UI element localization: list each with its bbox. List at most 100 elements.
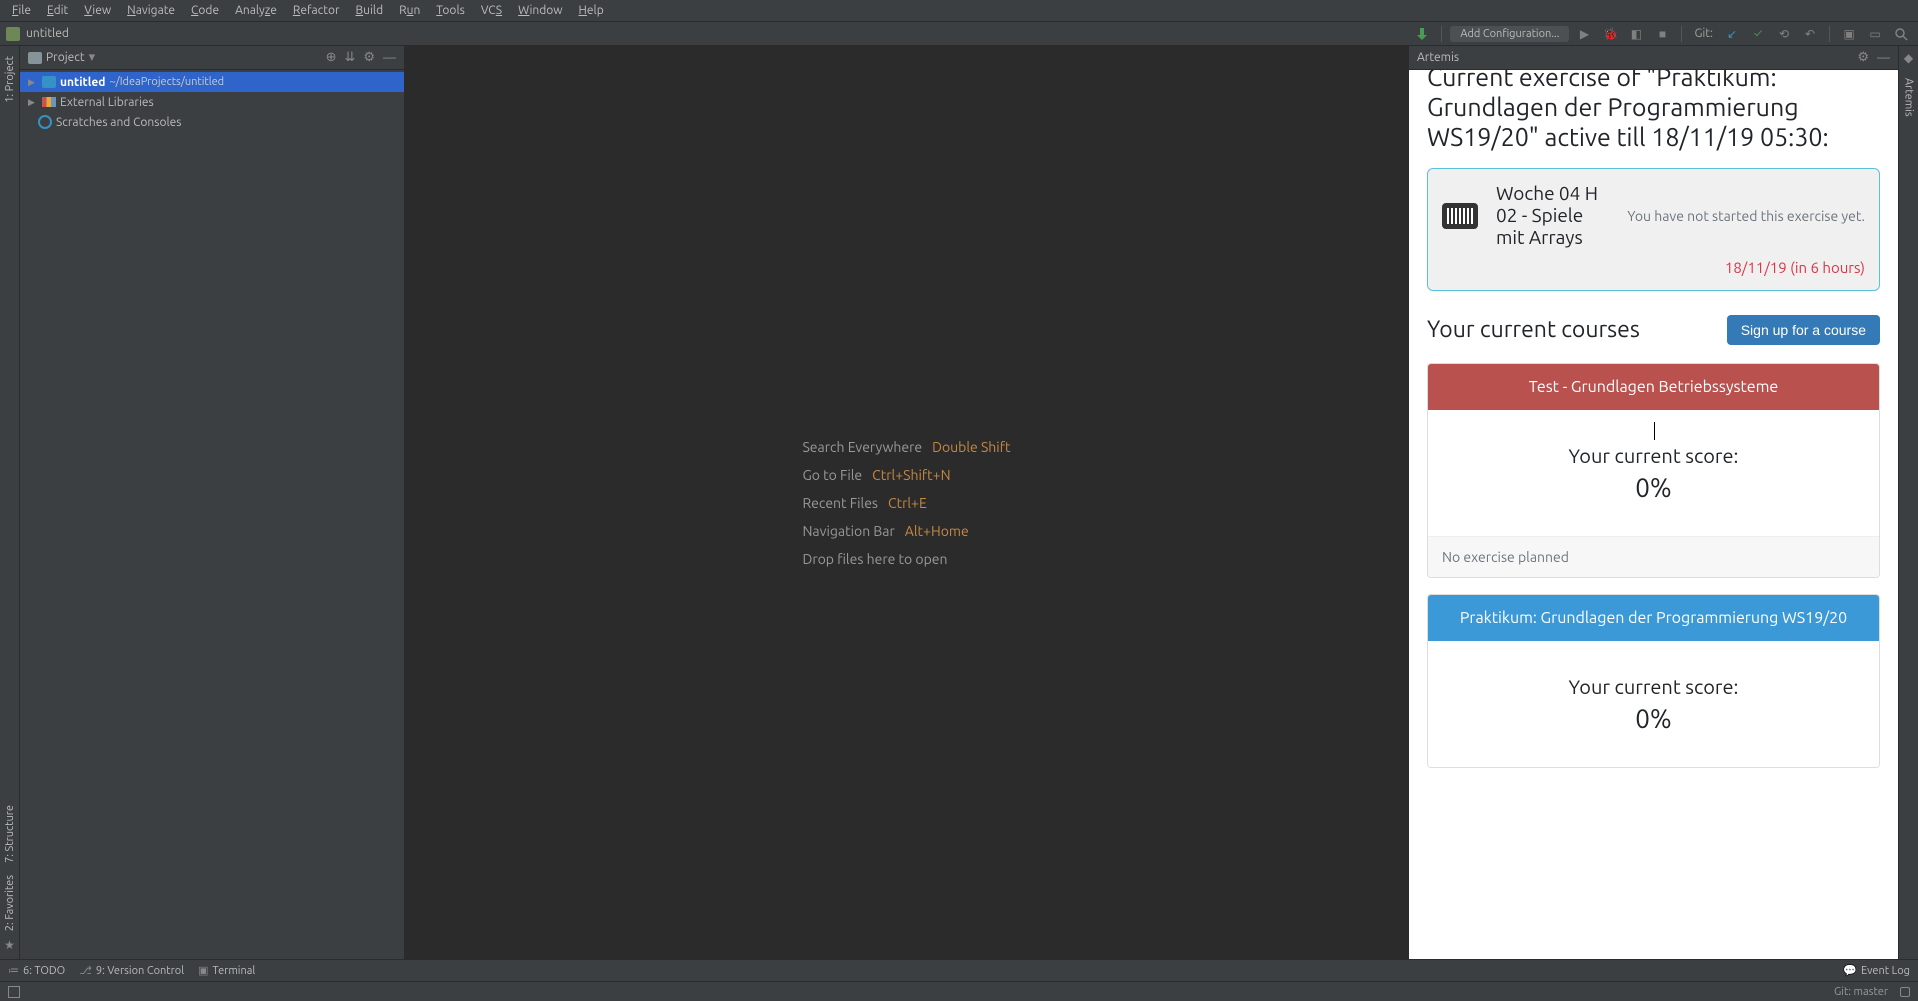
settings-icon[interactable]: ▭	[1864, 23, 1886, 45]
bottom-eventlog[interactable]: 💬 Event Log	[1843, 964, 1910, 977]
main-content: 1: Project 7: Structure 2: Favorites ★ P…	[0, 46, 1918, 959]
git-branch-label[interactable]: Git: master	[1834, 986, 1888, 998]
run-icon[interactable]: ▶	[1573, 23, 1595, 45]
menubar: File Edit View Navigate Code Analyze Ref…	[0, 0, 1918, 22]
welcome-search-key: Double Shift	[932, 439, 1010, 455]
git-update-icon[interactable]: ↙	[1721, 23, 1743, 45]
exercise-name: Woche 04 H 02 - Spiele mit Arrays	[1496, 183, 1606, 249]
exercise-card[interactable]: Woche 04 H 02 - Spiele mit Arrays You ha…	[1427, 168, 1880, 291]
course-title: Test - Grundlagen Betriebssysteme	[1428, 364, 1879, 410]
welcome-nav-key: Alt+Home	[905, 523, 969, 539]
score-value: 0%	[1448, 473, 1859, 502]
signup-button[interactable]: Sign up for a course	[1727, 315, 1880, 345]
lock-icon[interactable]	[1900, 987, 1910, 997]
menu-window[interactable]: Window	[510, 2, 570, 19]
welcome-goto-key: Ctrl+Shift+N	[872, 467, 950, 483]
bottom-todo[interactable]: ≔ 6: TODO	[8, 964, 65, 977]
ide-actions-icon[interactable]: ▣	[1838, 23, 1860, 45]
coverage-icon[interactable]: ◧	[1625, 23, 1647, 45]
artemis-icon[interactable]: ◆	[1901, 50, 1917, 66]
stop-icon[interactable]: ■	[1651, 23, 1673, 45]
bottom-tool-stripe: ≔ 6: TODO ⎇ 9: Version Control ▣ Termina…	[0, 959, 1918, 981]
folder-icon	[28, 52, 42, 64]
score-value: 0%	[1448, 704, 1859, 733]
scratch-icon	[38, 115, 52, 129]
artemis-tool-header: Artemis ⚙ —	[1409, 46, 1898, 70]
gear-icon[interactable]: ⚙	[1857, 50, 1869, 65]
welcome-search-label: Search Everywhere	[802, 439, 922, 455]
stripe-artemis[interactable]: Artemis	[1901, 72, 1917, 123]
debug-icon[interactable]: 🐞	[1599, 23, 1621, 45]
star-icon[interactable]: ★	[2, 937, 18, 953]
bottom-vcs[interactable]: ⎇ 9: Version Control	[79, 964, 184, 977]
statusbar: Git: master	[0, 981, 1918, 1001]
window-icon[interactable]	[8, 986, 20, 998]
tree-root[interactable]: ▶ untitled ~/IdeaProjects/untitled	[20, 72, 404, 92]
artemis-tool-title: Artemis	[1417, 51, 1459, 64]
collapse-icon[interactable]: ⇊	[344, 50, 355, 65]
left-tool-stripe: 1: Project 7: Structure 2: Favorites ★	[0, 46, 20, 959]
artemis-body[interactable]: Current exercise of "Praktikum: Grundlag…	[1409, 70, 1898, 959]
welcome-drop: Drop files here to open	[802, 551, 947, 567]
course-title: Praktikum: Grundlagen der Programmierung…	[1428, 595, 1879, 641]
gear-icon[interactable]: ⚙	[363, 50, 375, 65]
build-icon[interactable]	[1411, 23, 1433, 45]
menu-analyze[interactable]: Analyze	[227, 2, 285, 19]
git-revert-icon[interactable]: ↶	[1799, 23, 1821, 45]
git-history-icon[interactable]: ⟲	[1773, 23, 1795, 45]
search-icon[interactable]	[1890, 23, 1912, 45]
list-icon: ≔	[8, 964, 19, 977]
chevron-down-icon[interactable]: ▾	[89, 50, 96, 65]
library-icon	[42, 97, 56, 107]
course-card[interactable]: Test - Grundlagen Betriebssysteme Your c…	[1427, 363, 1880, 578]
menu-refactor[interactable]: Refactor	[285, 2, 348, 19]
project-tree[interactable]: ▶ untitled ~/IdeaProjects/untitled ▶ Ext…	[20, 70, 404, 959]
exercise-status: You have not started this exercise yet.	[1627, 208, 1865, 224]
editor-area[interactable]: Search Everywhere Double Shift Go to Fil…	[405, 46, 1408, 959]
terminal-icon: ▣	[198, 964, 208, 977]
menu-tools[interactable]: Tools	[428, 2, 473, 19]
hide-icon[interactable]: —	[383, 51, 396, 65]
courses-label: Your current courses	[1427, 317, 1640, 342]
project-tool-title[interactable]: Project	[46, 51, 85, 64]
welcome-shortcuts: Search Everywhere Double Shift Go to Fil…	[802, 439, 1010, 567]
menu-edit[interactable]: Edit	[39, 2, 76, 19]
tree-external-libs[interactable]: ▶ External Libraries	[20, 92, 404, 112]
add-configuration-button[interactable]: Add Configuration...	[1450, 26, 1569, 42]
project-tool-window: Project ▾ ⊕ ⇊ ⚙ — ▶ untitled ~/IdeaProje…	[20, 46, 405, 959]
score-label: Your current score:	[1448, 444, 1859, 467]
bottom-terminal[interactable]: ▣ Terminal	[198, 964, 255, 977]
welcome-goto-label: Go to File	[802, 467, 862, 483]
chevron-right-icon[interactable]: ▶	[28, 77, 38, 88]
menu-vcs[interactable]: VCS	[473, 2, 510, 19]
stripe-favorites[interactable]: 2: Favorites	[2, 869, 18, 937]
menu-help[interactable]: Help	[571, 2, 612, 19]
menu-build[interactable]: Build	[348, 2, 392, 19]
courses-header: Your current courses Sign up for a cours…	[1427, 315, 1880, 345]
welcome-recent-label: Recent Files	[802, 495, 878, 511]
git-commit-icon[interactable]: ✓	[1747, 23, 1769, 45]
chevron-right-icon[interactable]: ▶	[28, 97, 38, 108]
tree-scratches[interactable]: Scratches and Consoles	[20, 112, 404, 132]
project-tool-header: Project ▾ ⊕ ⇊ ⚙ —	[20, 46, 404, 70]
stripe-structure[interactable]: 7: Structure	[2, 799, 18, 869]
target-icon[interactable]: ⊕	[326, 50, 337, 65]
branch-icon: ⎇	[79, 964, 92, 977]
menu-navigate[interactable]: Navigate	[119, 2, 183, 19]
menu-run[interactable]: Run	[391, 2, 428, 19]
score-label: Your current score:	[1448, 675, 1859, 698]
tree-scratch-label: Scratches and Consoles	[56, 116, 182, 129]
hide-icon[interactable]: —	[1877, 51, 1890, 65]
course-footer: No exercise planned	[1428, 536, 1879, 577]
course-card[interactable]: Praktikum: Grundlagen der Programmierung…	[1427, 594, 1880, 768]
text-cursor-icon	[1654, 422, 1655, 440]
artemis-header-text: Current exercise of "Praktikum: Grundlag…	[1427, 70, 1880, 152]
welcome-nav-label: Navigation Bar	[802, 523, 894, 539]
stripe-project[interactable]: 1: Project	[2, 50, 18, 109]
git-label: Git:	[1690, 27, 1717, 40]
speech-bubble-icon: 💬	[1843, 964, 1857, 977]
breadcrumb[interactable]: untitled	[26, 27, 69, 40]
menu-view[interactable]: View	[76, 2, 119, 19]
menu-code[interactable]: Code	[183, 2, 227, 19]
menu-file[interactable]: File	[4, 2, 39, 19]
